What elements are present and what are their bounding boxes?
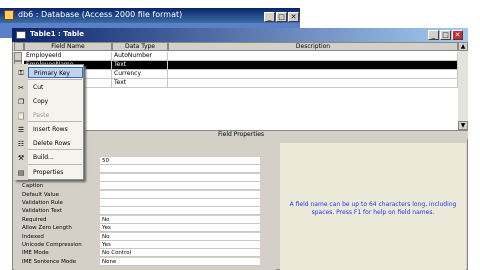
table-window-title: Table1 : Table bbox=[30, 30, 85, 38]
property-label: Validation Text bbox=[22, 208, 63, 215]
property-value[interactable]: 50 bbox=[100, 157, 260, 165]
property-label: Caption bbox=[22, 183, 44, 190]
data-type-cell[interactable]: Text bbox=[112, 79, 168, 88]
property-value[interactable] bbox=[100, 190, 260, 199]
property-value[interactable]: None bbox=[100, 257, 260, 266]
property-label: Indexed bbox=[22, 233, 44, 240]
insert-rows-icon: ☰ bbox=[17, 126, 25, 134]
description-cell[interactable] bbox=[168, 61, 458, 70]
property-value[interactable] bbox=[100, 199, 260, 207]
database-window-title: db6 : Database (Access 2000 file format) bbox=[18, 10, 183, 19]
menu-separator bbox=[28, 164, 82, 165]
property-label: Required bbox=[22, 216, 47, 223]
menu-item-properties[interactable]: Properties bbox=[28, 167, 83, 178]
help-text: A field name can be up to 64 characters … bbox=[289, 201, 457, 216]
paste-icon: 📋 bbox=[16, 112, 26, 120]
property-label: Validation Rule bbox=[22, 200, 63, 206]
property-value[interactable] bbox=[100, 173, 260, 182]
grid-corner bbox=[14, 42, 24, 51]
property-value[interactable] bbox=[100, 182, 260, 191]
row-selector[interactable] bbox=[14, 52, 22, 61]
menu-separator bbox=[28, 149, 82, 150]
property-label: IME Sentence Mode bbox=[22, 258, 77, 265]
menu-item-insert-rows[interactable]: Insert Rows bbox=[28, 124, 83, 135]
menu-item-build[interactable]: Build... bbox=[28, 152, 83, 163]
table-close-button[interactable]: ✕ bbox=[452, 30, 463, 40]
data-type-cell[interactable]: AutoNumber bbox=[112, 52, 168, 61]
db-maximize-button[interactable]: □ bbox=[276, 12, 287, 22]
grid-vertical-scrollbar[interactable] bbox=[458, 42, 468, 130]
menu-separator bbox=[28, 121, 82, 122]
menu-item-primary-key[interactable]: Primary Key bbox=[28, 67, 83, 78]
build-icon: ⚒ bbox=[17, 154, 25, 162]
property-value[interactable]: No bbox=[100, 232, 260, 241]
table-maximize-button[interactable]: □ bbox=[440, 30, 451, 40]
property-label: Allow Zero Length bbox=[22, 225, 72, 232]
property-value[interactable] bbox=[100, 207, 260, 216]
property-value[interactable]: No bbox=[100, 215, 260, 224]
header-field-name: Field Name bbox=[24, 42, 112, 51]
data-type-cell[interactable]: Text bbox=[112, 61, 168, 70]
menu-item-delete-rows[interactable]: Delete Rows bbox=[28, 138, 83, 149]
scroll-down-arrow[interactable]: ▼ bbox=[458, 121, 468, 130]
scroll-up-arrow[interactable]: ▲ bbox=[458, 42, 468, 51]
property-value[interactable]: Yes bbox=[100, 224, 260, 233]
description-cell[interactable] bbox=[168, 79, 458, 88]
header-description: Description bbox=[168, 42, 458, 51]
menu-item-copy[interactable]: Copy bbox=[28, 96, 83, 107]
description-cell[interactable] bbox=[168, 70, 458, 79]
property-label: Unicode Compression bbox=[22, 242, 82, 248]
data-type-cell[interactable]: Currency bbox=[112, 70, 168, 79]
table-minimize-button[interactable]: _ bbox=[428, 30, 439, 40]
db-close-button[interactable]: ✕ bbox=[288, 12, 299, 22]
property-value[interactable]: No Control bbox=[100, 249, 260, 258]
database-icon bbox=[4, 10, 14, 20]
header-data-type: Data Type bbox=[112, 42, 168, 51]
property-label: IME Mode bbox=[22, 250, 49, 257]
field-name-cell[interactable]: EmployeeId bbox=[24, 52, 112, 61]
properties-icon: ▤ bbox=[17, 169, 25, 177]
table-icon bbox=[16, 31, 26, 39]
delete-rows-icon: ☷ bbox=[17, 140, 25, 148]
cut-icon: ✂ bbox=[18, 84, 24, 92]
property-value[interactable] bbox=[100, 165, 260, 174]
menu-item-cut[interactable]: Cut bbox=[28, 82, 83, 93]
menu-separator bbox=[28, 79, 82, 80]
property-value[interactable]: Yes bbox=[100, 241, 260, 249]
menu-item-paste[interactable]: Paste bbox=[28, 110, 83, 121]
key-icon: ⚿ bbox=[18, 69, 24, 77]
db-minimize-button[interactable]: _ bbox=[264, 12, 275, 22]
description-cell[interactable] bbox=[168, 52, 458, 61]
property-label: Default Value bbox=[22, 191, 59, 198]
copy-icon: ❐ bbox=[17, 98, 25, 106]
